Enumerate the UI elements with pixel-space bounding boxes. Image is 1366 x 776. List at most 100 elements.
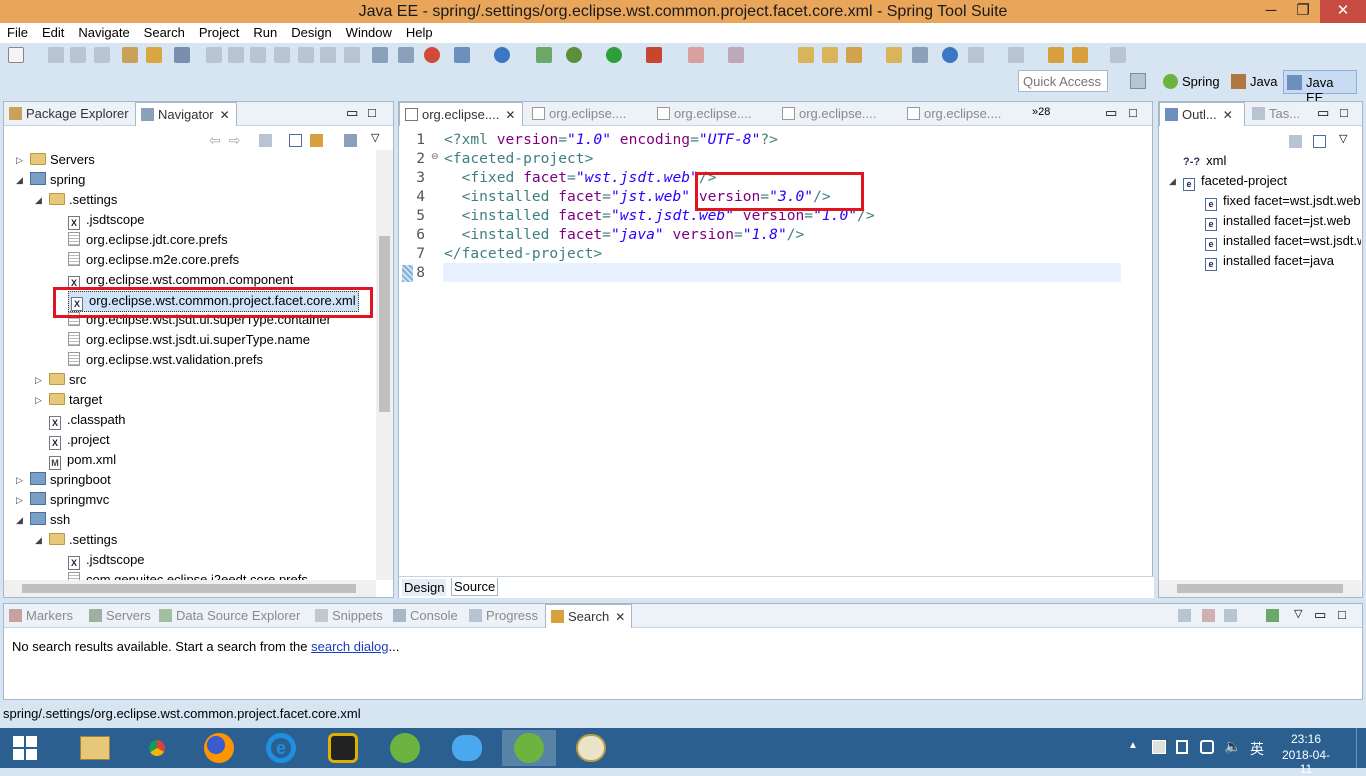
minimize-button[interactable]: ─ bbox=[1256, 0, 1286, 23]
filter-icon[interactable] bbox=[344, 134, 357, 147]
debug-icon[interactable] bbox=[566, 47, 582, 63]
sort-icon[interactable] bbox=[1289, 135, 1302, 148]
terminate-icon[interactable] bbox=[250, 47, 266, 63]
perspective-java[interactable]: Java bbox=[1228, 70, 1281, 94]
globe-icon[interactable] bbox=[942, 47, 958, 63]
ie-taskbar-button[interactable]: e bbox=[254, 730, 308, 766]
outline-item[interactable]: e fixed facet=wst.jsdt.web bbox=[1205, 191, 1361, 211]
editor-hscrollbar[interactable] bbox=[443, 557, 1121, 574]
minimize-view-icon[interactable]: ▭ bbox=[346, 105, 358, 121]
outline-item[interactable]: ◢ e faceted-project bbox=[1169, 171, 1287, 191]
step-return-icon[interactable] bbox=[344, 47, 360, 63]
tree-item[interactable]: ▷ Servers bbox=[4, 150, 376, 170]
chrome-taskbar-button[interactable] bbox=[130, 730, 184, 766]
start-button[interactable] bbox=[0, 730, 50, 766]
maximize-bottom-icon[interactable]: □ bbox=[1338, 607, 1346, 622]
tray-expand-icon[interactable]: ▲ bbox=[1128, 740, 1138, 751]
tree-item[interactable]: X .jsdtscope bbox=[4, 550, 376, 570]
back-icon[interactable] bbox=[1072, 47, 1088, 63]
tree-hscroll-thumb[interactable] bbox=[22, 584, 356, 593]
tree-vscrollbar[interactable] bbox=[376, 150, 393, 580]
tree-item[interactable]: ▷ springboot bbox=[4, 470, 376, 490]
tab-progress[interactable]: Progress bbox=[464, 604, 544, 628]
close-tab-icon[interactable]: ✕ bbox=[1223, 108, 1233, 122]
step-into-icon[interactable] bbox=[298, 47, 314, 63]
menu-search[interactable]: Search bbox=[137, 23, 192, 40]
outline-hscroll-thumb[interactable] bbox=[1177, 584, 1343, 593]
search-dialog-link[interactable]: search dialog bbox=[311, 639, 388, 654]
open-resource-icon[interactable] bbox=[146, 47, 162, 63]
tree-item[interactable]: ◢ .settings bbox=[4, 530, 376, 550]
sts-active-taskbar-button[interactable] bbox=[502, 730, 556, 766]
more-tabs-button[interactable]: »28 bbox=[1032, 106, 1050, 118]
tab-package-explorer[interactable]: Package Explorer bbox=[4, 102, 135, 126]
collapse-icon[interactable]: ◢ bbox=[16, 170, 26, 190]
menu-edit[interactable]: Edit bbox=[35, 23, 71, 40]
quick-access-input[interactable] bbox=[1018, 70, 1108, 92]
explorer-taskbar-button[interactable] bbox=[68, 730, 122, 766]
tree-item[interactable]: com.genuitec.eclipse.j2eedt.core.prefs bbox=[4, 570, 376, 580]
tab-design[interactable]: Design bbox=[402, 579, 447, 596]
pin-icon[interactable] bbox=[1266, 609, 1279, 622]
tree-item[interactable]: ◢ .settings bbox=[4, 190, 376, 210]
open-perspective-icon[interactable] bbox=[1130, 73, 1146, 89]
collapse-outline-icon[interactable] bbox=[1313, 135, 1326, 148]
use-step-filters-icon[interactable] bbox=[398, 47, 414, 63]
editor-tab[interactable]: org.eclipse.... bbox=[777, 102, 882, 126]
tab-tasks[interactable]: Tas... bbox=[1247, 102, 1306, 126]
maximize-outline-icon[interactable]: □ bbox=[1340, 105, 1348, 120]
battery-icon[interactable] bbox=[1176, 740, 1188, 754]
close-button[interactable]: ✕ bbox=[1320, 0, 1366, 23]
menu-design[interactable]: Design bbox=[284, 23, 338, 40]
next-annotation-icon[interactable] bbox=[1008, 47, 1024, 63]
outline-item[interactable]: e installed facet=jst.web bbox=[1205, 211, 1351, 231]
tab-console[interactable]: Console bbox=[388, 604, 464, 628]
refresh-search-icon[interactable] bbox=[1178, 609, 1191, 622]
forward-icon[interactable] bbox=[1110, 47, 1126, 63]
close-tab-icon[interactable]: ✕ bbox=[220, 108, 230, 122]
tree-vscroll-thumb[interactable] bbox=[379, 236, 390, 412]
tree-hscrollbar[interactable] bbox=[4, 580, 376, 597]
maximize-button[interactable]: ❐ bbox=[1288, 0, 1318, 23]
show-desktop-button[interactable] bbox=[1356, 728, 1366, 768]
tree-item[interactable]: org.eclipse.wst.jsdt.ui.superType.name bbox=[4, 330, 376, 350]
last-edit-icon[interactable] bbox=[1048, 47, 1064, 63]
tab-data-source-explorer[interactable]: Data Source Explorer bbox=[154, 604, 306, 628]
editor-tab[interactable]: org.eclipse.... bbox=[527, 102, 632, 126]
collapse-icon[interactable]: ◢ bbox=[16, 510, 26, 530]
perspective-spring[interactable]: Spring bbox=[1160, 70, 1224, 94]
print-icon[interactable] bbox=[94, 47, 110, 63]
external-tools-icon[interactable] bbox=[646, 47, 662, 63]
tab-snippets[interactable]: Snippets bbox=[310, 604, 389, 628]
title-bar[interactable]: Java EE - spring/.settings/org.eclipse.w… bbox=[0, 0, 1366, 23]
pencil-icon[interactable] bbox=[846, 47, 862, 63]
search-history-icon[interactable] bbox=[1224, 609, 1237, 622]
expand-icon[interactable]: ▷ bbox=[35, 370, 45, 390]
outline-item[interactable]: e installed facet=wst.jsdt.web bbox=[1205, 231, 1361, 251]
tab-outline[interactable]: Outl... ✕ bbox=[1159, 102, 1245, 126]
expand-icon[interactable]: ▷ bbox=[35, 390, 45, 410]
baidu-taskbar-button[interactable] bbox=[440, 730, 494, 766]
run-icon[interactable] bbox=[606, 47, 622, 63]
step-over-icon[interactable] bbox=[320, 47, 336, 63]
outline-item[interactable]: e installed facet=java bbox=[1205, 251, 1334, 271]
editor-tab-active[interactable]: org.eclipse.... ✕ bbox=[399, 102, 523, 126]
menu-file[interactable]: File bbox=[0, 23, 35, 40]
search-menu-icon[interactable]: ▽ bbox=[1294, 607, 1302, 620]
tab-markers[interactable]: Markers bbox=[4, 604, 79, 628]
tab-source[interactable]: Source bbox=[451, 578, 499, 596]
editor-tab[interactable]: org.eclipse.... bbox=[902, 102, 1007, 126]
tree-item[interactable]: ◢ ssh bbox=[4, 510, 376, 530]
cancel-search-icon[interactable] bbox=[1202, 609, 1215, 622]
tree-item[interactable]: org.eclipse.m2e.core.prefs bbox=[4, 250, 376, 270]
tree-item[interactable]: org.eclipse.jdt.core.prefs bbox=[4, 230, 376, 250]
tree-item[interactable]: Mpom.xml bbox=[4, 450, 376, 470]
open-folder2-icon[interactable] bbox=[822, 47, 838, 63]
tree-item[interactable]: X .classpath bbox=[4, 410, 376, 430]
maximize-editor-icon[interactable]: □ bbox=[1129, 105, 1137, 120]
disconnect-icon[interactable] bbox=[274, 47, 290, 63]
minimize-bottom-icon[interactable]: ▭ bbox=[1314, 607, 1326, 623]
tab-navigator[interactable]: Navigator ✕ bbox=[135, 102, 237, 126]
save-all-icon[interactable] bbox=[70, 47, 86, 63]
sts-taskbar-button[interactable] bbox=[378, 730, 432, 766]
